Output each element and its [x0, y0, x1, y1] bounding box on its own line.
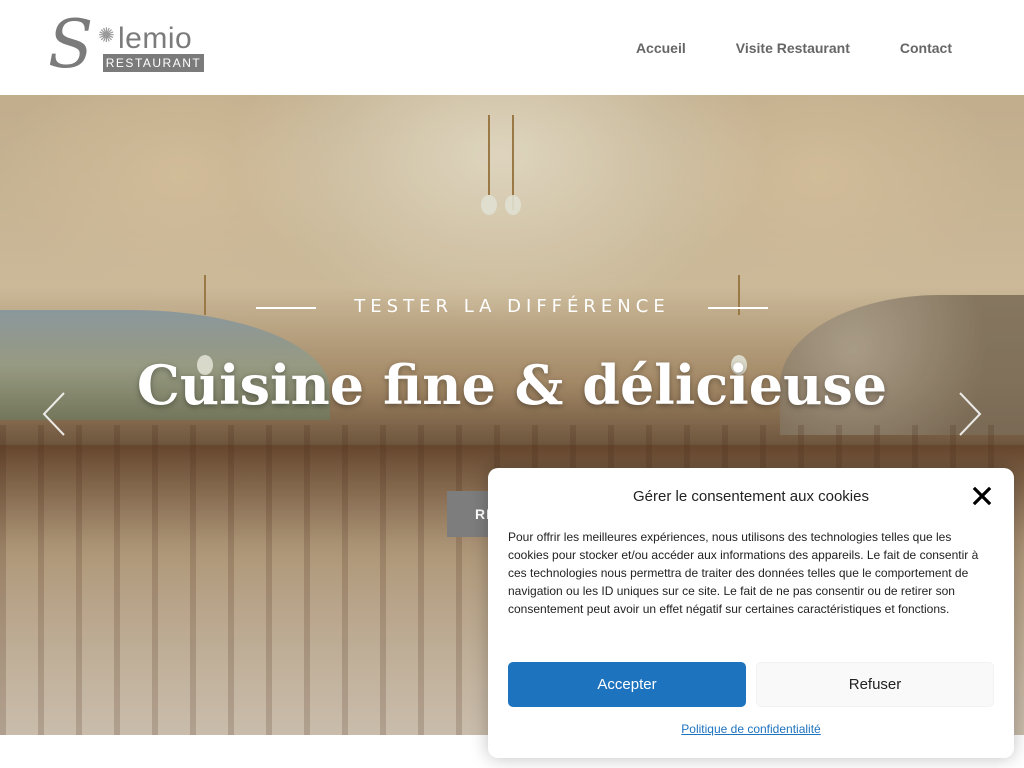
logo-initial: S: [48, 6, 94, 83]
hero-eyebrow: TESTER LA DIFFÉRENCE: [0, 295, 1024, 319]
logo-tagline: RESTAURANT: [103, 54, 204, 72]
site-header: S ✺ lemio RESTAURANT Accueil Visite Rest…: [0, 0, 1024, 95]
close-icon[interactable]: [972, 486, 992, 506]
cookie-consent-dialog: Gérer le consentement aux cookies Pour o…: [488, 468, 1014, 758]
chevron-left-icon[interactable]: [40, 391, 68, 437]
logo-wordmark: lemio: [118, 22, 193, 55]
chevron-right-icon[interactable]: [956, 391, 984, 437]
accept-button[interactable]: Accepter: [508, 662, 746, 707]
sun-icon: ✺: [98, 25, 115, 47]
nav-item-visite-restaurant[interactable]: Visite Restaurant: [736, 38, 850, 58]
hero-eyebrow-text: TESTER LA DIFFÉRENCE: [354, 296, 670, 317]
privacy-policy-link[interactable]: Politique de confidentialité: [488, 721, 1014, 737]
logo[interactable]: S ✺ lemio RESTAURANT: [48, 12, 208, 82]
nav-item-contact[interactable]: Contact: [900, 38, 952, 58]
hero-title: Cuisine fine & délicieuse: [136, 353, 888, 417]
cookie-description: Pour offrir les meilleures expériences, …: [508, 530, 979, 616]
cookie-title: Gérer le consentement aux cookies: [633, 488, 869, 505]
main-nav: Accueil Visite Restaurant Contact: [636, 38, 952, 58]
refuse-button[interactable]: Refuser: [756, 662, 994, 707]
nav-item-accueil[interactable]: Accueil: [636, 38, 686, 58]
